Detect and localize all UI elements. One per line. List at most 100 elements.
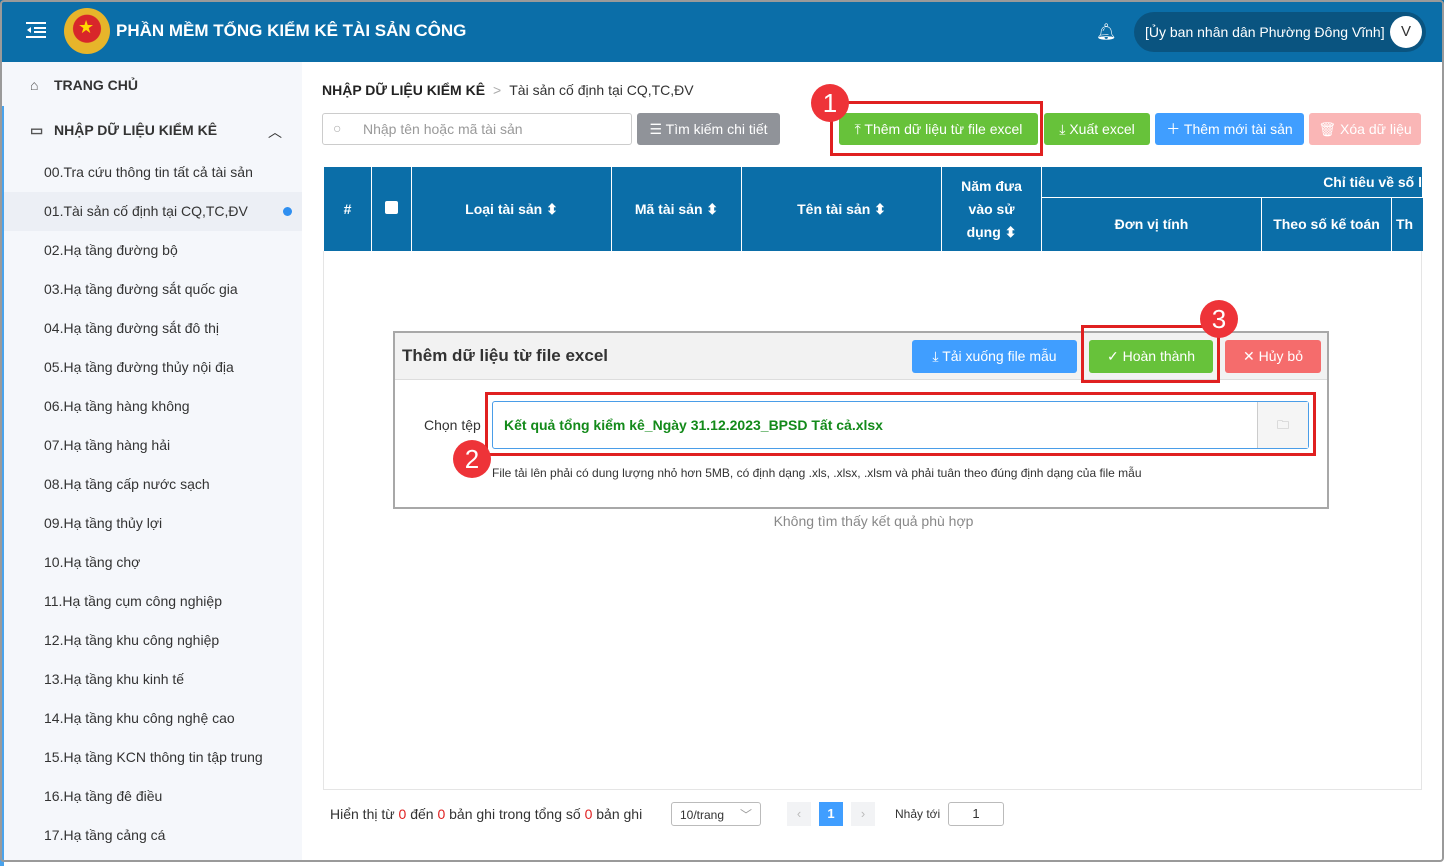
jump-page-input[interactable]: 1 (948, 802, 1004, 826)
dialog-title: Thêm dữ liệu từ file excel (402, 346, 609, 365)
sidebar-item-label: 03.Hạ tầng đường sắt quốc gia (44, 281, 238, 297)
chevron-up-icon: ︿ (268, 124, 282, 140)
download-template-button[interactable]: ⤓ Tải xuống file mẫu (912, 340, 1077, 373)
advanced-label: Tìm kiếm chi tiết (665, 121, 768, 137)
close-icon: ✕ (1243, 348, 1259, 364)
user-org: [Ủy ban nhân dân Phường Đông Vĩnh] (1145, 24, 1385, 40)
sidebar-item-label: 14.Hạ tầng khu công nghệ cao (44, 710, 235, 726)
download-icon: ⤓ (1059, 121, 1070, 137)
sort-icon: ⬍ (546, 200, 558, 217)
sidebar-item-label: 10.Hạ tầng chợ (44, 554, 141, 570)
col-name[interactable]: Tên tài sản ⬍ (741, 166, 942, 252)
sidebar-item[interactable]: 15.Hạ tầng KCN thông tin tập trung (4, 738, 302, 777)
col-code[interactable]: Mã tài sản ⬍ (611, 166, 742, 252)
chevron-down-icon: ﹀ (739, 808, 752, 822)
sidebar-item[interactable]: 08.Hạ tầng cấp nước sạch (4, 465, 302, 504)
col-code-label: Mã tài sản (634, 200, 703, 217)
col-unit: Đơn vị tính (1041, 197, 1262, 252)
sidebar-item[interactable]: 06.Hạ tầng hàng không (4, 387, 302, 426)
bell-icon[interactable]: 🔔︎ (1096, 22, 1116, 42)
sidebar-item[interactable]: 13.Hạ tầng khu kinh tế (4, 660, 302, 699)
export-excel-button[interactable]: ⤓ Xuất excel (1044, 113, 1150, 145)
sidebar-item-label: 07.Hạ tầng hàng hải (44, 437, 171, 453)
sidebar-item-label: 06.Hạ tầng hàng không (44, 398, 190, 414)
summary-text: bản ghi (596, 806, 643, 822)
sidebar-item-label: 15.Hạ tầng KCN thông tin tập trung (44, 749, 263, 765)
delete-label: Xóa dữ liệu (1340, 121, 1412, 137)
sidebar-item[interactable]: 01.Tài sản cố định tại CQ,TC,ĐV (4, 192, 302, 231)
summary-text: bản ghi trong tổng số (449, 806, 581, 822)
empty-message: Không tìm thấy kết quả phù hợp (773, 513, 974, 529)
summary-text: Hiển thị từ (330, 806, 395, 822)
sidebar-item[interactable]: 16.Hạ tầng đê điều (4, 777, 302, 816)
select-all-checkbox[interactable] (371, 166, 412, 252)
breadcrumb-current: Tài sản cố định tại CQ,TC,ĐV (509, 82, 694, 98)
prev-page-button[interactable]: ‹ (787, 802, 811, 826)
breadcrumb-root[interactable]: NHẬP DỮ LIỆU KIỂM KÊ (322, 82, 485, 98)
sidebar-item[interactable]: 00.Tra cứu thông tin tất cả tài sản (4, 153, 302, 192)
sidebar-item-label: 00.Tra cứu thông tin tất cả tài sản (44, 164, 253, 180)
sidebar-item[interactable]: 14.Hạ tầng khu công nghệ cao (4, 699, 302, 738)
col-type[interactable]: Loại tài sản ⬍ (411, 166, 612, 252)
table-header: # Loại tài sản ⬍ Mã tài sản ⬍ Tên tài sả… (323, 166, 1423, 252)
add-asset-button[interactable]: ＋ Thêm mới tài sản (1155, 113, 1304, 145)
sidebar-item[interactable]: 12.Hạ tầng khu công nghiệp (4, 621, 302, 660)
add-label: Thêm mới tài sản (1183, 121, 1293, 137)
highlight-box-3 (1081, 325, 1220, 383)
file-label: Chọn tệp (424, 417, 481, 433)
col-group-quantity: Chỉ tiêu về số l (1041, 166, 1423, 198)
sidebar-item-label: 02.Hạ tầng đường bộ (44, 242, 178, 258)
sidebar-item[interactable]: 09.Hạ tầng thủy lợi (4, 504, 302, 543)
search-input[interactable]: ○ Nhập tên hoặc mã tài sản (322, 113, 632, 145)
sidebar-item-label: 08.Hạ tầng cấp nước sạch (44, 476, 210, 492)
summary-from: 0 (398, 806, 407, 822)
sidebar-item[interactable]: 05.Hạ tầng đường thủy nội địa (4, 348, 302, 387)
search-placeholder: Nhập tên hoặc mã tài sản (363, 121, 523, 137)
sidebar-item[interactable]: 17.Hạ tầng cảng cá (4, 816, 302, 855)
sidebar-item[interactable]: 04.Hạ tầng đường sắt đô thị (4, 309, 302, 348)
avatar: V (1390, 16, 1422, 48)
national-emblem-logo (64, 8, 110, 54)
menu-fold-icon[interactable] (26, 22, 46, 38)
sidebar-item-label: 16.Hạ tầng đê điều (44, 788, 163, 804)
sidebar-item-label: 09.Hạ tầng thủy lợi (44, 515, 163, 531)
sidebar-item[interactable]: 07.Hạ tầng hàng hải (4, 426, 302, 465)
sidebar-item-label: 13.Hạ tầng khu kinh tế (44, 671, 185, 687)
page-1-button[interactable]: 1 (819, 802, 843, 826)
home-icon: ⌂ (30, 77, 39, 93)
user-menu[interactable]: [Ủy ban nhân dân Phường Đông Vĩnh] V (1134, 12, 1426, 52)
app-title: PHẦN MỀM TỔNG KIỂM KÊ TÀI SẢN CÔNG (116, 21, 467, 40)
cancel-button[interactable]: ✕ Hủy bỏ (1225, 340, 1321, 373)
sidebar-item-label: 17.Hạ tầng cảng cá (44, 827, 166, 843)
sidebar-item-label: 05.Hạ tầng đường thủy nội địa (44, 359, 234, 375)
sidebar-item[interactable]: 02.Hạ tầng đường bộ (4, 231, 302, 270)
sidebar-item[interactable]: 11.Hạ tầng cụm công nghiệp (4, 582, 302, 621)
download-icon: ⤓ (932, 348, 943, 364)
step-badge-2: 2 (453, 440, 491, 478)
sidebar-item[interactable]: 03.Hạ tầng đường sắt quốc gia (4, 270, 302, 309)
col-year[interactable]: Năm đưa vào sử dụng ⬍ (941, 166, 1042, 252)
download-label: Tải xuống file mẫu (942, 348, 1057, 364)
summary-total: 0 (584, 806, 593, 822)
filter-icon: ☰ (649, 121, 666, 137)
summary-text: đến (410, 806, 434, 822)
col-next: Th (1391, 197, 1423, 252)
sidebar-item-home[interactable]: ⌂ TRANG CHỦ (30, 77, 138, 93)
sidebar-section-import[interactable]: ▭ NHẬP DỮ LIỆU KIỂM KÊ ︿ (30, 122, 282, 140)
section-label: NHẬP DỮ LIỆU KIỂM KÊ (54, 122, 218, 138)
col-book: Theo số kế toán (1261, 197, 1392, 252)
col-index: # (323, 166, 372, 252)
breadcrumb: NHẬP DỮ LIỆU KIỂM KÊ > Tài sản cố định tại… (322, 82, 694, 98)
page-size-select[interactable]: 10/trang ﹀ (671, 802, 761, 826)
advanced-search-button[interactable]: ☰ Tìm kiếm chi tiết (637, 113, 780, 145)
breadcrumb-separator: > (493, 82, 502, 98)
active-dot-icon (283, 207, 292, 216)
sort-icon: ⬍ (706, 200, 719, 217)
sidebar: ⌂ TRANG CHỦ ▭ NHẬP DỮ LIỆU KIỂM KÊ ︿ 00.Tra… (0, 62, 302, 866)
col-name-label: Tên tài sản (797, 200, 871, 217)
sidebar-item[interactable]: 10.Hạ tầng chợ (4, 543, 302, 582)
next-page-button[interactable]: › (851, 802, 875, 826)
search-icon: ○ (333, 120, 342, 136)
sort-icon: ⬍ (1004, 223, 1017, 240)
delete-data-button[interactable]: 🗑︎ Xóa dữ liệu (1309, 113, 1421, 145)
